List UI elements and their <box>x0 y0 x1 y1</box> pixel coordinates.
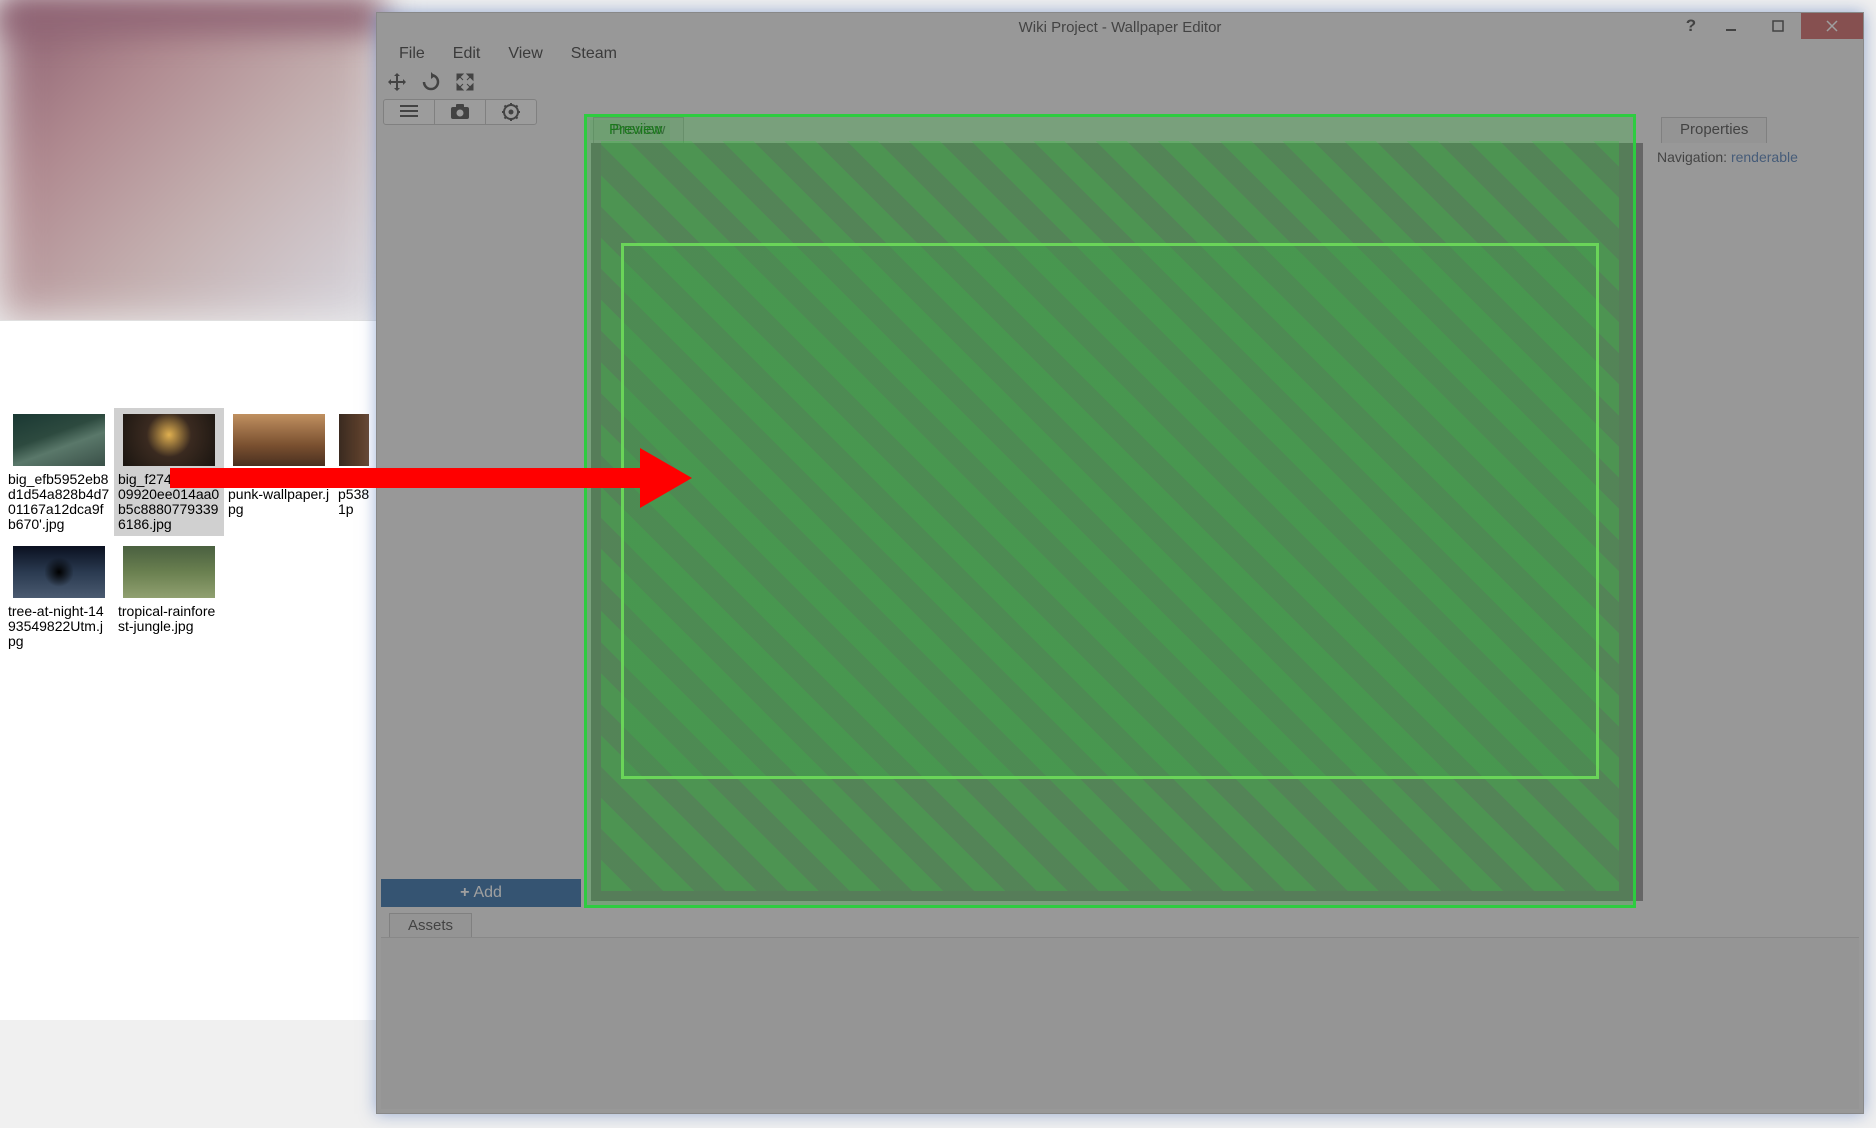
file-explorer-items: big_efb5952eb8d1d54a828b4d701167a12dca9f… <box>0 400 380 661</box>
close-icon <box>1825 19 1839 33</box>
preview-viewport[interactable] <box>591 143 1643 901</box>
file-item[interactable]: tropical-rainforest-jungle.jpg <box>114 540 224 653</box>
menu-file[interactable]: File <box>385 42 439 66</box>
menu-steam[interactable]: Steam <box>557 42 631 66</box>
file-thumbnail <box>339 414 369 466</box>
properties-tab-label: Properties <box>1680 121 1748 138</box>
file-thumbnail <box>13 546 105 598</box>
file-item[interactable]: tree-at-night-1493549822Utm.jpg <box>4 540 114 653</box>
scale-tool[interactable] <box>453 70 477 94</box>
help-button[interactable]: ? <box>1673 13 1709 39</box>
gear-icon <box>502 103 520 121</box>
file-item[interactable]: buldozer-steampunk-wallpaper.jpg <box>224 408 334 536</box>
maximize-button[interactable] <box>1755 13 1801 39</box>
titlebar[interactable]: Wiki Project - Wallpaper Editor ? <box>377 13 1863 41</box>
expand-icon <box>455 72 475 92</box>
file-thumbnail <box>123 414 215 466</box>
file-name-label: big_f274b3929f09920ee014aa0b5c8880779339… <box>118 472 220 532</box>
window-controls: ? <box>1673 13 1863 39</box>
file-item-selected[interactable]: big_f274b3929f09920ee014aa0b5c8880779339… <box>114 408 224 536</box>
assets-tab-label: Assets <box>408 917 453 934</box>
file-name-label: big_efb5952eb8d1d54a828b4d701167a12dca9f… <box>8 472 110 532</box>
menu-view[interactable]: View <box>494 42 556 66</box>
preview-panel: Preview <box>585 125 1649 907</box>
desktop-backdrop-top <box>0 0 380 32</box>
hierarchy-panel[interactable]: + Add <box>381 125 581 907</box>
assets-panel: Assets <box>381 913 1859 1109</box>
rotate-icon <box>421 72 441 92</box>
hierarchy-list-button[interactable] <box>383 99 435 125</box>
minimize-icon <box>1726 20 1738 32</box>
plus-icon: + <box>460 884 469 902</box>
close-button[interactable] <box>1801 13 1863 39</box>
move-icon <box>387 72 407 92</box>
nav-renderable-link[interactable]: renderable <box>1731 149 1798 165</box>
properties-panel: Properties Navigation: renderable <box>1653 125 1859 907</box>
camera-icon <box>450 104 470 120</box>
move-tool[interactable] <box>385 70 409 94</box>
minimize-button[interactable] <box>1709 13 1755 39</box>
desktop-backdrop <box>0 0 380 320</box>
properties-tab[interactable]: Properties <box>1661 117 1767 143</box>
file-thumbnail <box>123 546 215 598</box>
preview-tab-label: Preview <box>612 121 665 138</box>
properties-navigation: Navigation: renderable <box>1657 149 1798 165</box>
transform-toolbar <box>377 67 1863 97</box>
assets-tab[interactable]: Assets <box>389 913 472 939</box>
file-thumbnail <box>13 414 105 466</box>
file-explorer-header-blank <box>0 320 380 398</box>
rotate-tool[interactable] <box>419 70 443 94</box>
main-area: + Add Preview Properties Navigation: ren… <box>381 125 1859 907</box>
add-button-label: Add <box>473 884 501 902</box>
window-title: Wiki Project - Wallpaper Editor <box>1019 19 1222 36</box>
assets-body[interactable] <box>381 937 1859 1109</box>
snapshot-button[interactable] <box>434 99 486 125</box>
editor-window: Wiki Project - Wallpaper Editor ? File E… <box>376 12 1864 1114</box>
settings-button[interactable] <box>485 99 537 125</box>
file-name-label: buldozer-steampunk-wallpaper.jpg <box>228 472 330 517</box>
file-thumbnail <box>233 414 325 466</box>
add-button[interactable]: + Add <box>381 879 581 907</box>
menubar: File Edit View Steam <box>377 41 1863 67</box>
file-name-label: camp5381p <box>338 472 370 517</box>
file-name-label: tropical-rainforest-jungle.jpg <box>118 604 220 634</box>
maximize-icon <box>1772 20 1784 32</box>
preview-tab[interactable]: Preview <box>593 117 684 143</box>
list-icon <box>400 105 418 119</box>
file-item-partial[interactable]: camp5381p <box>334 408 374 536</box>
file-item[interactable]: big_efb5952eb8d1d54a828b4d701167a12dca9f… <box>4 408 114 536</box>
menu-edit[interactable]: Edit <box>439 42 495 66</box>
file-name-label: tree-at-night-1493549822Utm.jpg <box>8 604 110 649</box>
nav-label: Navigation: <box>1657 149 1727 165</box>
